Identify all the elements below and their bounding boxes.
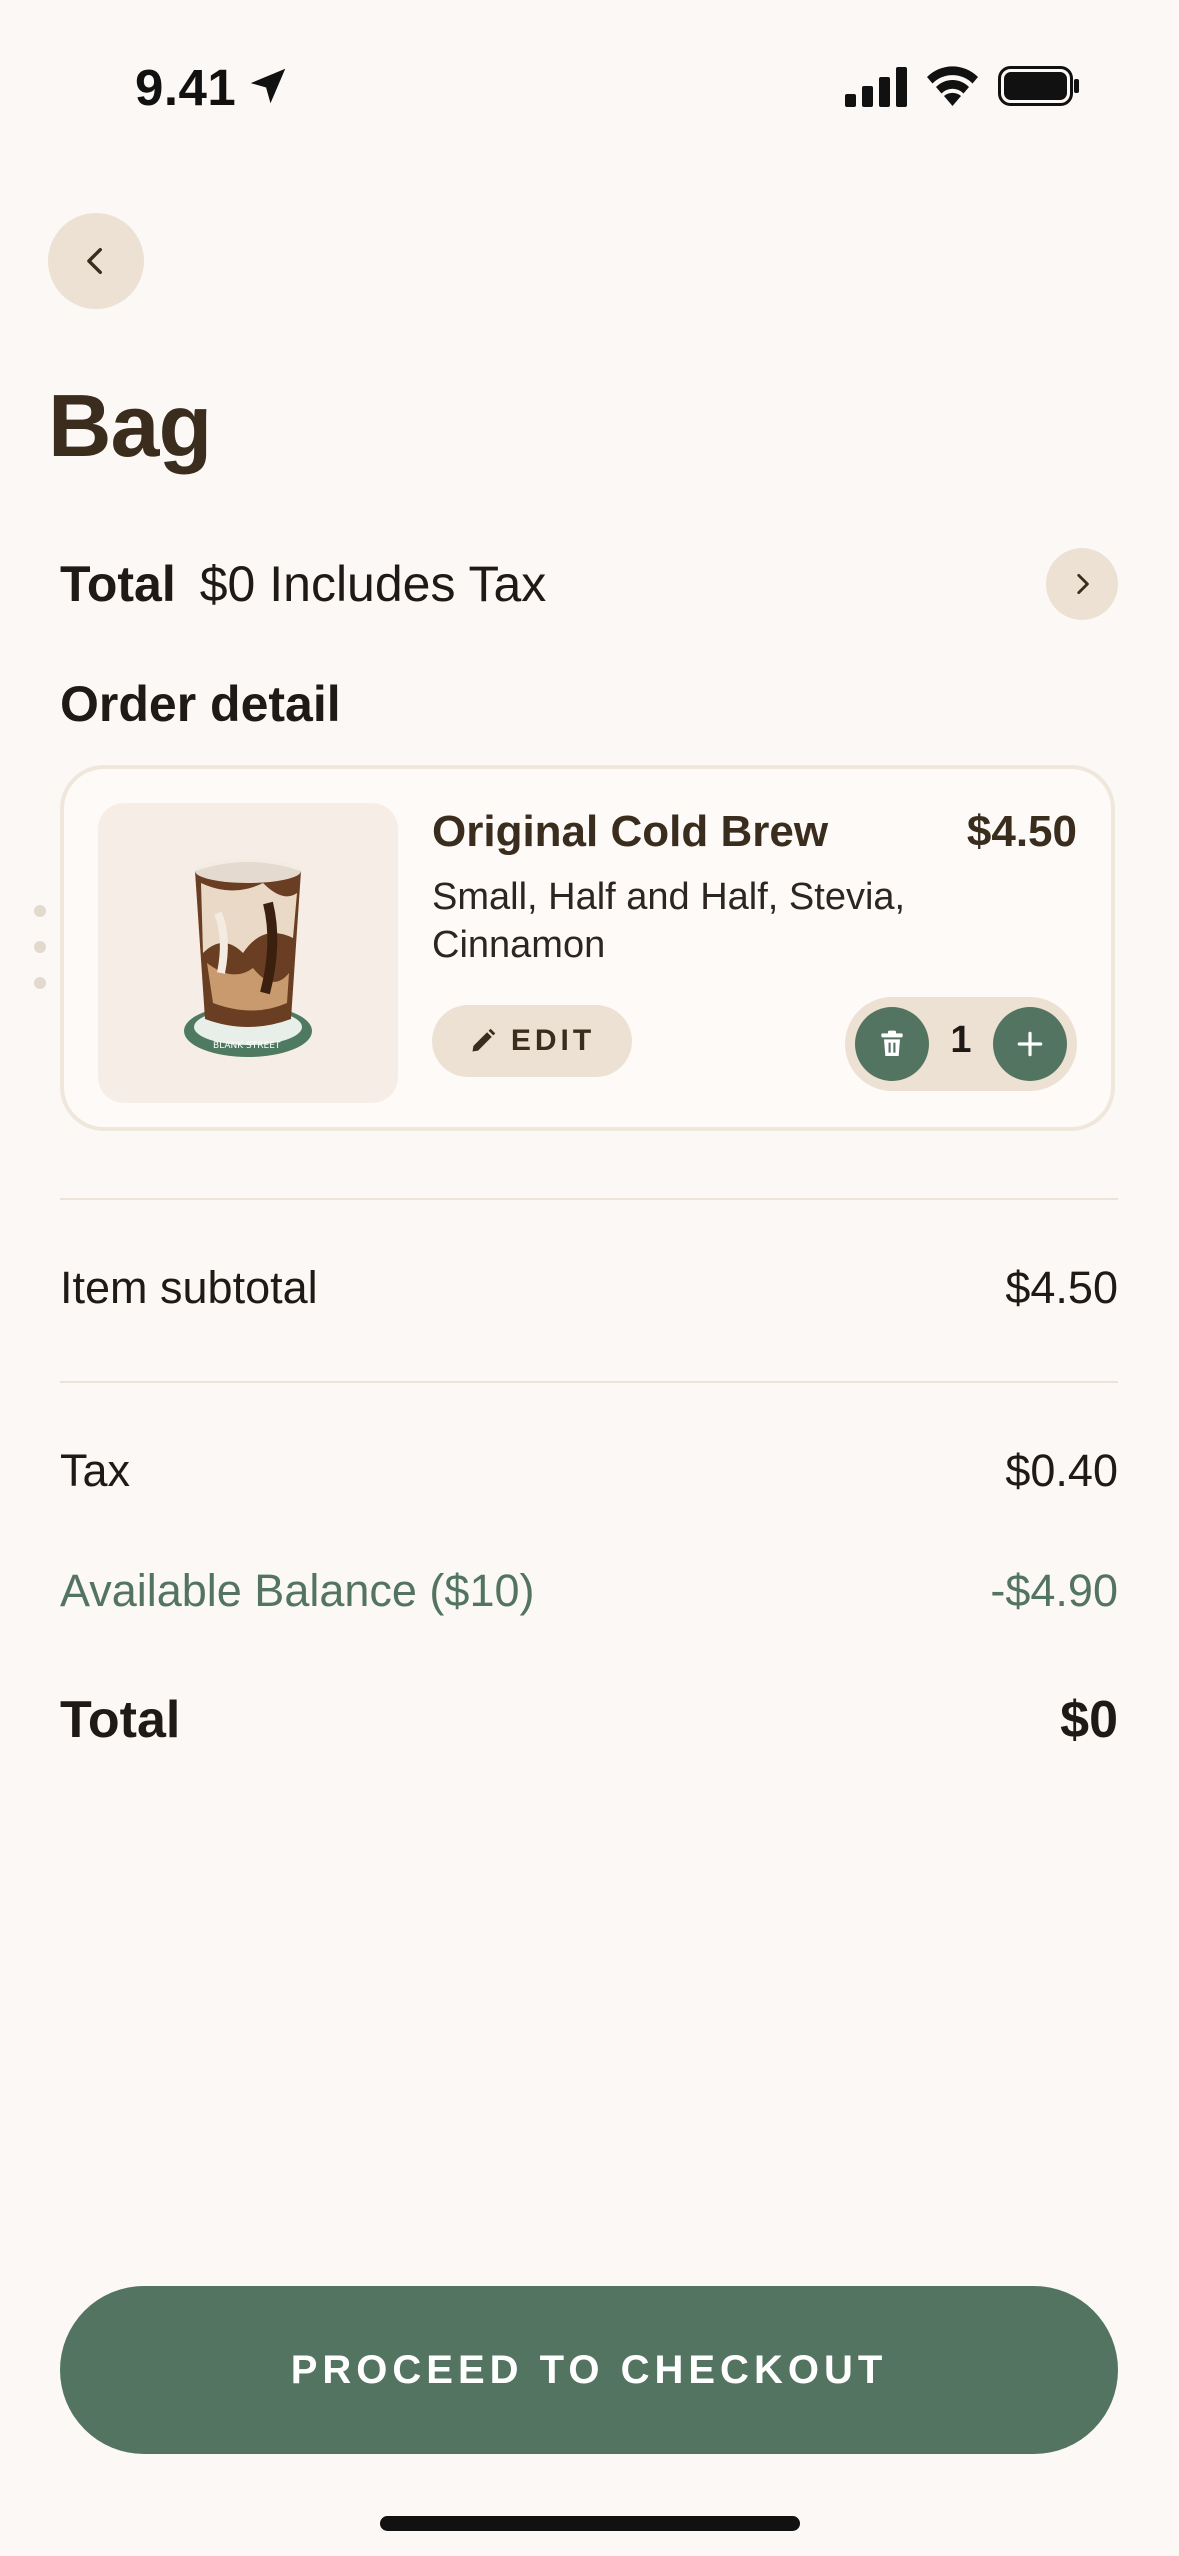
battery-icon [998,66,1079,106]
increase-quantity-button[interactable] [993,1007,1067,1081]
swipe-handle-dots[interactable] [34,905,48,995]
pencil-icon [472,1028,496,1052]
page-title: Bag [48,376,212,475]
grand-total-value: $0 [1060,1691,1118,1749]
checkout-label: PROCEED TO CHECKOUT [290,2347,888,2392]
divider [60,1381,1118,1383]
tax-label: Tax [60,1445,131,1496]
grand-total-row: Total $0 [60,1690,1118,1750]
proceed-to-checkout-button[interactable]: PROCEED TO CHECKOUT [60,2286,1118,2454]
chevron-right-icon [1077,573,1089,595]
back-button[interactable] [48,213,144,309]
divider [60,1198,1118,1200]
total-summary-value: $0 Includes Tax [199,556,547,612]
total-details-button[interactable] [1046,548,1118,620]
quantity-stepper: 1 [845,997,1077,1091]
home-indicator[interactable] [380,2516,800,2531]
status-bar: 9.41 [0,0,1179,175]
order-item-card: BLANK STREET Original Cold Brew $4.50 Sm… [60,765,1115,1131]
balance-label: Available Balance ($10) [60,1565,535,1616]
plus-icon [1017,1031,1043,1057]
product-name: Original Cold Brew [432,807,829,856]
bag-screen: 9.41 Bag Total $0 Includes Tax Order det… [0,0,1179,2556]
subtotal-value: $4.50 [1005,1262,1118,1313]
balance-value: -$4.90 [990,1565,1118,1616]
tax-row: Tax $0.40 [60,1445,1118,1497]
chevron-left-icon [87,247,102,275]
subtotal-label: Item subtotal [60,1262,318,1313]
order-detail-heading: Order detail [60,676,341,732]
edit-item-button[interactable]: EDIT [432,1005,632,1077]
status-time: 9.41 [135,59,237,116]
product-price: $4.50 [966,807,1077,856]
total-summary-label: Total [60,556,176,612]
product-image: BLANK STREET [98,803,398,1103]
balance-row: Available Balance ($10) -$4.90 [60,1565,1118,1617]
total-summary: Total $0 Includes Tax [60,555,546,613]
cold-brew-cup-image: BLANK STREET [184,859,312,1057]
product-options: Small, Half and Half, Stevia, Cinnamon [432,876,906,966]
subtotal-row: Item subtotal $4.50 [60,1262,1118,1314]
tax-value: $0.40 [1005,1445,1118,1496]
grand-total-label: Total [60,1691,181,1749]
wifi-icon [927,66,978,106]
svg-text:BLANK STREET: BLANK STREET [213,1041,281,1051]
location-arrow-icon [250,68,286,104]
signal-icon [845,67,907,107]
edit-label: EDIT [510,1024,596,1057]
